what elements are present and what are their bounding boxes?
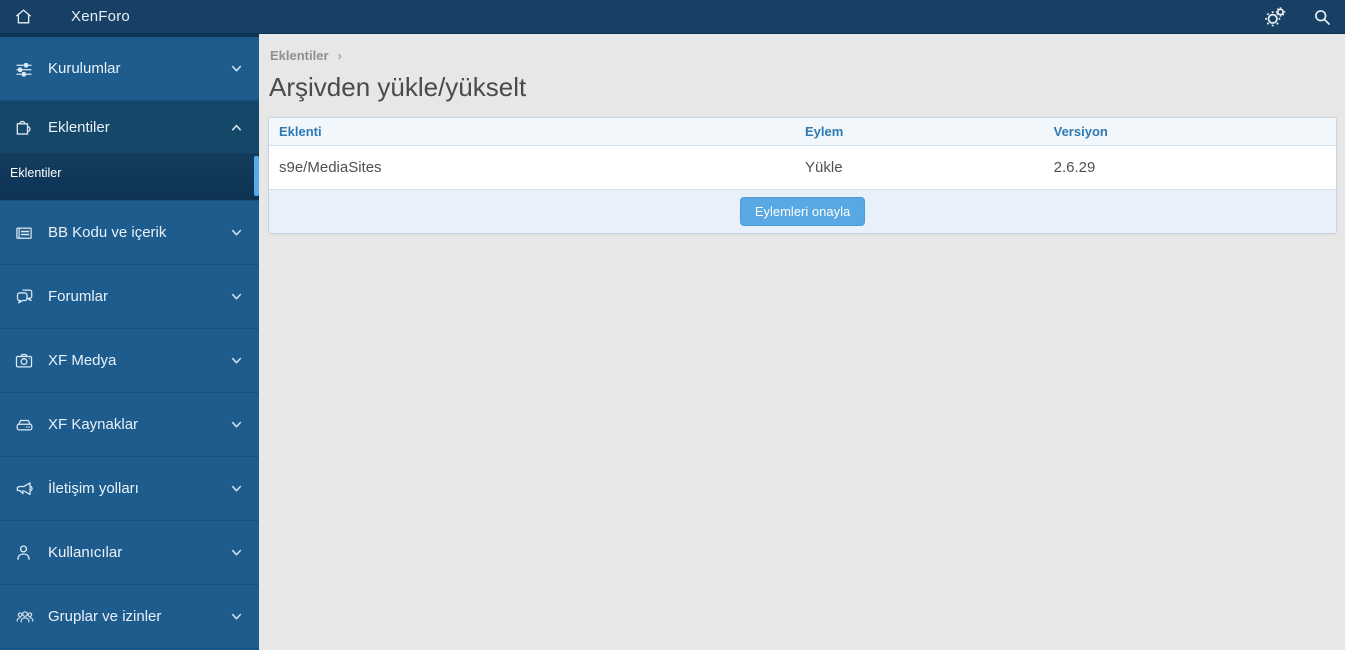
sidebar-item-label: BB Kodu ve içerik [48,224,167,241]
sidebar-item-label: Kurulumlar [48,60,121,77]
chevron-down-icon [229,225,245,240]
chevron-down-icon [229,609,245,624]
sliders-icon [14,59,40,79]
app-title[interactable]: XenForo [71,8,130,25]
forums-icon [14,287,40,307]
sidebar-item-bb-kodu[interactable]: BB Kodu ve içerik [0,201,259,265]
home-icon[interactable] [0,7,47,26]
sidebar-item-label: İletişim yolları [48,480,139,497]
sidebar-item-iletisim[interactable]: İletişim yolları [0,457,259,521]
topbar: XenForo [0,0,1345,34]
breadcrumb-link-eklentiler[interactable]: Eklentiler [270,48,329,63]
chevron-up-icon [229,120,245,135]
sidebar-item-forumlar[interactable]: Forumlar [0,265,259,329]
drive-icon [14,415,40,435]
chevron-down-icon [229,61,245,76]
breadcrumb: Eklentiler › [268,47,1337,63]
puzzle-icon [14,117,40,137]
chevron-down-icon [229,481,245,496]
sidebar-item-xf-medya[interactable]: XF Medya [0,329,259,393]
column-header-eklenti: Eklenti [269,118,796,146]
sidebar-item-label: Forumlar [48,288,109,305]
table-footer: Eylemleri onayla [269,189,1336,233]
cell-versiyon: 2.6.29 [1043,145,1336,189]
page-title: Arşivden yükle/yükselt [269,72,527,102]
sidebar-item-gruplar[interactable]: Gruplar ve izinler [0,585,259,649]
users-icon [14,607,40,627]
chevron-down-icon [229,545,245,560]
sidebar-item-label: Kullanıcılar [48,544,123,561]
sidebar-item-xf-kaynaklar[interactable]: XF Kaynaklar [0,393,259,457]
camera-icon [14,351,40,371]
sidebar-item-eklentiler[interactable]: Eklentiler [0,101,259,153]
sidebar-item-kurulumlar[interactable]: Kurulumlar [0,37,259,101]
user-icon [14,543,40,563]
confirm-actions-button[interactable]: Eylemleri onayla [739,197,866,226]
sidebar-item-label: Gruplar ve izinler [48,608,162,625]
bbcode-card-icon [14,223,40,243]
cell-eklenti: s9e/MediaSites [269,145,796,189]
chevron-down-icon [229,417,245,432]
cogs-icon[interactable] [1251,0,1299,34]
sidebar-submenu-eklentiler: Eklentiler [0,153,259,201]
cell-eylem: Yükle [795,145,1044,189]
sidebar-item-label: XF Kaynaklar [48,416,139,433]
main-content: Eklentiler › Arşivden yükle/yükselt Ekle… [259,34,1345,650]
table-header-row: Eklenti Eylem Versiyon [269,118,1336,146]
sidebar-item-label: XF Medya [48,352,117,369]
chevron-down-icon [229,353,245,368]
sidebar-item-label: Eklentiler [48,118,110,136]
sidebar-item-kullanicilar[interactable]: Kullanıcılar [0,521,259,585]
column-header-versiyon: Versiyon [1043,118,1336,146]
column-header-eylem: Eylem [795,118,1044,146]
sidebar: Kurulumlar Eklentiler Eklentiler BB Kodu… [0,34,259,650]
table-row: s9e/MediaSites Yükle 2.6.29 [269,145,1336,189]
breadcrumb-separator: › [337,47,342,63]
addon-table: Eklenti Eylem Versiyon s9e/MediaSites Yü… [268,117,1337,234]
megaphone-icon [14,479,40,499]
chevron-down-icon [229,289,245,304]
search-icon[interactable] [1299,0,1345,34]
sidebar-subitem-eklentiler[interactable]: Eklentiler [0,153,259,193]
